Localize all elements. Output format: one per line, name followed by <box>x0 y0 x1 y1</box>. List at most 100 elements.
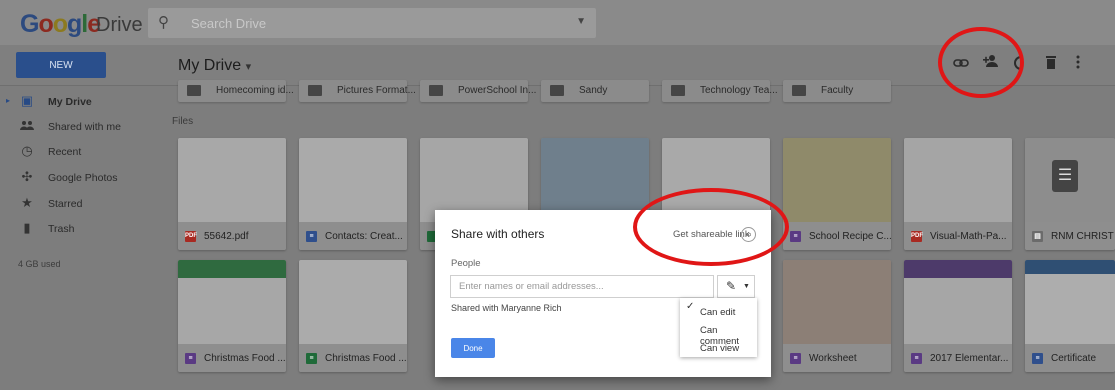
folder-icon <box>671 85 685 96</box>
sidebar-item-label: My Drive <box>48 96 92 108</box>
file-card[interactable]: ≡ Christmas Food ... <box>299 260 407 372</box>
file-thumbnail <box>783 260 891 344</box>
file-name: Christmas Food ... <box>204 353 286 364</box>
folder-icon <box>308 85 322 96</box>
clock-icon: ◷ <box>21 143 33 158</box>
file-card[interactable]: ☰ ▤ RNM CHRIST <box>1025 138 1115 250</box>
chevron-down-icon[interactable]: ▼ <box>576 16 586 27</box>
new-button[interactable]: NEW <box>16 52 106 78</box>
people-input[interactable]: Enter names or email addresses... <box>450 275 714 298</box>
form-icon: ≡ <box>911 353 922 364</box>
done-button[interactable]: Done <box>451 338 495 358</box>
search-input[interactable]: Search Drive <box>191 16 266 31</box>
file-card[interactable]: ≡ 2017 Elementar... <box>904 260 1012 372</box>
sidebar-item-shared[interactable]: Shared with me <box>0 115 160 140</box>
shared-with-text: Shared with Maryanne Rich <box>451 303 562 313</box>
permission-dropdown[interactable]: ✎ ▼ <box>717 275 755 298</box>
pdf-icon: PDF <box>185 231 197 242</box>
search-bar[interactable]: ⚲ Search Drive ▼ <box>148 8 596 38</box>
file-name: RNM CHRIST <box>1051 231 1114 242</box>
file-icon: ▤ <box>1032 231 1043 242</box>
files-section-label: Files <box>172 116 194 127</box>
folder-item[interactable]: PowerSchool In... <box>420 80 536 102</box>
sidebar-item-starred[interactable]: ★ Starred <box>0 192 160 217</box>
check-icon: ✓ <box>686 301 695 312</box>
sidebar-item-label: Starred <box>48 198 83 210</box>
chevron-down-icon: ▼ <box>743 283 750 290</box>
file-thumbnail <box>299 260 407 344</box>
file-thumbnail <box>178 260 286 344</box>
file-thumbnail <box>783 138 891 222</box>
file-card[interactable]: ≡ Contacts: Creat... <box>299 138 407 250</box>
file-name: 2017 Elementar... <box>930 353 1009 364</box>
permission-can-view[interactable]: Can view <box>700 343 739 354</box>
sidebar-item-label: Shared with me <box>48 121 121 133</box>
search-icon[interactable]: ⚲ <box>158 13 169 31</box>
pencil-icon: ✎ <box>726 279 737 293</box>
folder-icon <box>429 85 443 96</box>
folder-label: Homecoming id... <box>216 85 294 96</box>
permission-menu: ✓ Can edit Can comment Can view <box>680 298 757 357</box>
storage-usage[interactable]: 4 GB used <box>18 259 61 269</box>
folder-label: Sandy <box>579 85 608 96</box>
doc-icon: ≡ <box>306 231 317 242</box>
trash-icon[interactable] <box>1046 55 1056 74</box>
pinwheel-icon: ✣ <box>21 169 33 184</box>
page-title[interactable]: My Drive ▾ <box>178 57 251 75</box>
file-thumbnail <box>299 138 407 222</box>
annotation-ring <box>938 27 1024 98</box>
sidebar-item-label: Trash <box>48 223 75 235</box>
trash-icon: ▮ <box>23 220 31 235</box>
file-card[interactable]: PDF 55642.pdf <box>178 138 286 250</box>
form-icon: ≡ <box>185 353 196 364</box>
file-card[interactable]: ≡ School Recipe C... <box>783 138 891 250</box>
page-title-label: My Drive <box>178 57 242 74</box>
annotation-ring <box>633 188 789 266</box>
file-name: Worksheet <box>809 353 857 364</box>
sheet-icon: ≡ <box>306 353 317 364</box>
file-name: Certificate <box>1051 353 1097 364</box>
file-card[interactable]: PDF Visual-Math-Pa... <box>904 138 1012 250</box>
file-name: Visual-Math-Pa... <box>930 231 1007 242</box>
file-name: School Recipe C... <box>809 231 891 242</box>
people-input-placeholder: Enter names or email addresses... <box>459 281 604 292</box>
file-name: 55642.pdf <box>204 231 249 242</box>
people-icon <box>20 118 34 133</box>
sidebar-item-photos[interactable]: ✣ Google Photos <box>0 166 160 191</box>
folder-item[interactable]: Faculty <box>783 80 891 102</box>
sidebar-item-recent[interactable]: ◷ Recent <box>0 140 160 165</box>
file-thumbnail <box>904 138 1012 222</box>
folder-label: Technology Tea... <box>700 85 778 96</box>
dialog-title: Share with others <box>451 227 545 241</box>
archive-icon: ☰ <box>1052 160 1078 192</box>
file-thumbnail <box>904 260 1012 344</box>
people-label: People <box>451 258 481 269</box>
sidebar-item-my-drive[interactable]: ▣ My Drive ▸ <box>0 90 160 115</box>
folder-item[interactable]: Pictures Format... <box>299 80 416 102</box>
folder-item[interactable]: Homecoming id... <box>178 80 294 102</box>
folder-label: PowerSchool In... <box>458 85 537 96</box>
form-icon: ≡ <box>790 353 801 364</box>
sidebar-item-trash[interactable]: ▮ Trash <box>0 217 160 242</box>
google-logo[interactable]: Google <box>20 10 101 39</box>
drive-icon: ▣ <box>20 93 34 108</box>
file-card[interactable]: ≡ Christmas Food ... <box>178 260 286 372</box>
form-icon: ≡ <box>790 231 801 242</box>
chevron-down-icon: ▾ <box>245 61 252 73</box>
folder-icon <box>187 85 201 96</box>
permission-can-edit[interactable]: Can edit <box>700 307 735 318</box>
more-icon[interactable] <box>1076 55 1080 74</box>
expand-arrow-icon[interactable]: ▸ <box>6 96 10 105</box>
doc-icon: ≡ <box>1032 353 1043 364</box>
file-name: Christmas Food ... <box>325 353 407 364</box>
folder-icon <box>792 85 806 96</box>
drive-logo-text: Drive <box>96 14 143 36</box>
file-card[interactable]: ≡ Worksheet <box>783 260 891 372</box>
sidebar-item-label: Google Photos <box>48 172 118 184</box>
folder-item[interactable]: Technology Tea... <box>662 80 778 102</box>
folder-label: Pictures Format... <box>337 85 416 96</box>
file-thumbnail <box>1025 260 1115 344</box>
folder-item[interactable]: Sandy <box>541 80 649 102</box>
file-thumbnail: ☰ <box>1025 138 1115 222</box>
file-card[interactable]: ≡ Certificate <box>1025 260 1115 372</box>
